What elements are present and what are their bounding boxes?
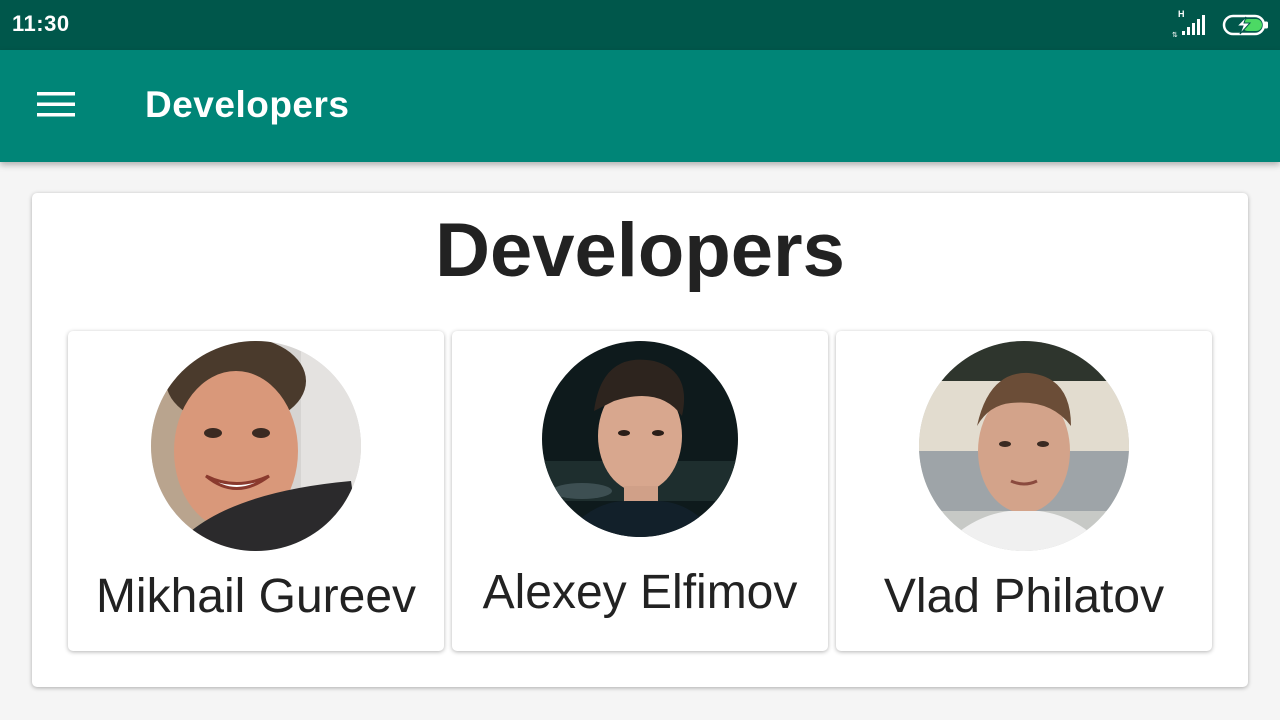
developer-name: Mikhail Gureev: [95, 570, 417, 623]
developer-card-alexey-elfimov[interactable]: Alexey Elfimov: [452, 331, 828, 651]
status-time: 11:30: [12, 11, 70, 36]
developer-card-vlad-philatov[interactable]: Vlad Philatov: [836, 331, 1212, 651]
developer-card-mikhail-gureev[interactable]: Mikhail Gureev: [68, 331, 444, 651]
developer-name: Alexey Elfimov: [482, 566, 798, 619]
section-title: Developers: [435, 208, 845, 293]
avatar: [542, 341, 738, 537]
svg-text:⇅: ⇅: [1172, 31, 1178, 39]
developer-name: Vlad Philatov: [883, 570, 1165, 623]
status-bar: 11:30 H ⇅: [0, 0, 1280, 50]
network-type-label: H: [1178, 9, 1185, 19]
app-title: Developers: [145, 84, 350, 125]
developers-card: Developers Mikhail Gureev Alexey Elfimov…: [32, 193, 1248, 687]
menu-button[interactable]: [26, 80, 86, 132]
status-icons: H ⇅: [1172, 9, 1270, 39]
avatar: [919, 341, 1129, 551]
app-bar: Developers: [0, 50, 1280, 162]
hamburger-menu-icon: [37, 90, 75, 123]
signal-icon: H ⇅: [1172, 9, 1212, 39]
avatar: [151, 341, 361, 551]
battery-charging-icon: [1222, 13, 1270, 37]
